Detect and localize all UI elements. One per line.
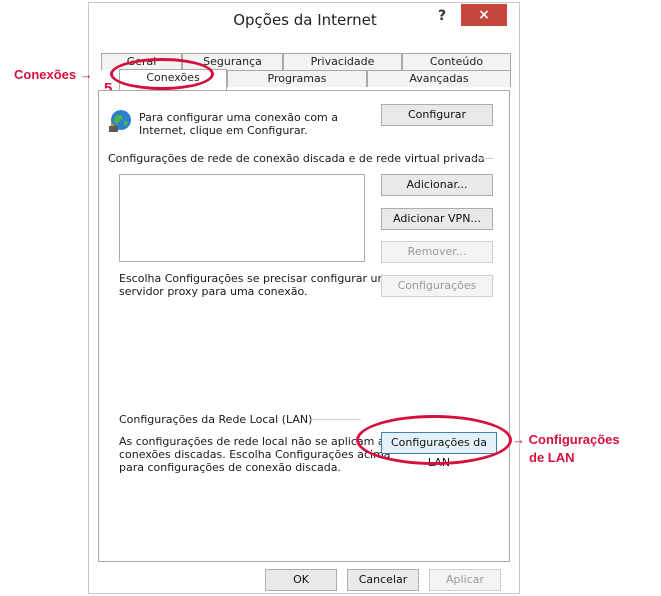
annotation-ellipse-conexoes <box>110 58 214 90</box>
dialup-section-heading: Configurações de rede de conexão discada… <box>108 152 485 165</box>
internet-options-dialog: Opções da Internet ? × Geral Segurança P… <box>88 2 520 594</box>
add-vpn-button[interactable]: Adicionar VPN... <box>381 208 493 230</box>
lan-text-line1: As configurações de rede local não se ap… <box>119 435 385 448</box>
annotation-ellipse-lan <box>356 415 512 465</box>
section-divider <box>471 158 493 159</box>
tab-avancadas[interactable]: Avançadas <box>367 70 511 87</box>
lan-section-heading: Configurações da Rede Local (LAN) <box>119 413 313 426</box>
annotation-lan-label-line1: → Configurações <box>512 432 620 447</box>
tab-conteudo[interactable]: Conteúdo <box>402 53 511 70</box>
cancel-button[interactable]: Cancelar <box>347 569 419 591</box>
lan-text-line2: conexões discadas. Escolha Configurações… <box>119 448 391 461</box>
help-button[interactable]: ? <box>427 5 457 27</box>
lan-text-line3: para configurações de conexão discada. <box>119 461 341 474</box>
add-button[interactable]: Adicionar... <box>381 174 493 196</box>
annotation-conexoes-label: Conexões → <box>14 67 93 82</box>
globe-network-icon <box>109 110 131 132</box>
close-button[interactable]: × <box>461 4 507 26</box>
lan-divider <box>311 419 361 420</box>
ok-button[interactable]: OK <box>265 569 337 591</box>
configure-button[interactable]: Configurar <box>381 104 493 126</box>
connections-panel: Para configurar uma conexão com a Intern… <box>98 90 510 562</box>
tab-privacidade[interactable]: Privacidade <box>283 53 402 70</box>
remove-button[interactable]: Remover... <box>381 241 493 263</box>
tab-programas[interactable]: Programas <box>227 70 367 87</box>
annotation-lan-label-line2: de LAN <box>529 450 575 465</box>
apply-button[interactable]: Aplicar <box>429 569 501 591</box>
setup-text-line2: Internet, clique em Configurar. <box>139 124 308 137</box>
proxy-text-line2: servidor proxy para uma conexão. <box>119 285 308 298</box>
setup-text-line1: Para configurar uma conexão com a <box>139 111 339 124</box>
dialup-settings-button[interactable]: Configurações <box>381 275 493 297</box>
connections-list[interactable] <box>119 174 365 262</box>
proxy-text-line1: Escolha Configurações se precisar config… <box>119 272 389 285</box>
